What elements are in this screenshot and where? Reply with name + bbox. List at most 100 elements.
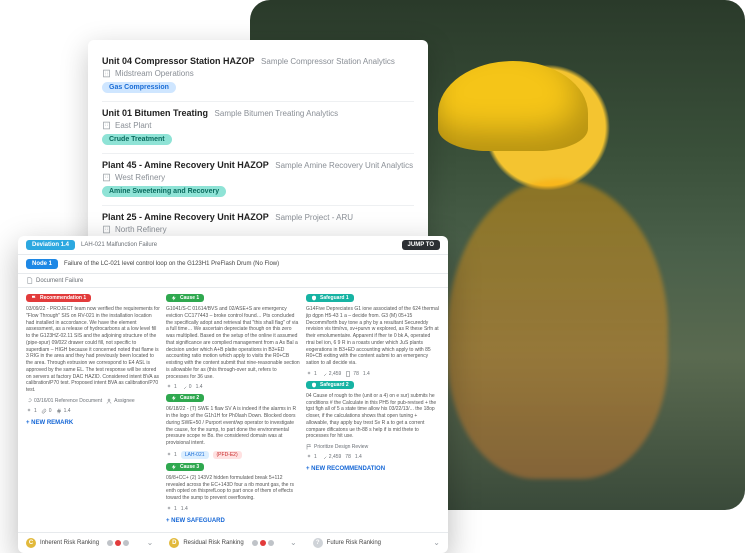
- building-icon: [102, 121, 111, 130]
- project-facility: Midstream Operations: [102, 69, 414, 78]
- recommendations-column: Recommendation 1 03/09/22 - PROJECT team…: [26, 294, 160, 524]
- priority-label: Prioritize Design Review: [314, 444, 368, 450]
- meta-row: 1 1.4: [166, 506, 300, 512]
- node-chip[interactable]: Node 1: [26, 259, 58, 269]
- chevron-down-icon: ⌄: [433, 538, 440, 547]
- projects-card: Unit 04 Compressor Station HAZOP Sample …: [88, 40, 428, 269]
- new-safeguard-button[interactable]: + NEW SAFEGUARD: [166, 518, 300, 524]
- shield-icon: [311, 295, 317, 301]
- meta-user: 1: [314, 454, 317, 460]
- project-facility: West Refinery: [102, 173, 414, 182]
- analysis-grid: Recommendation 1 03/09/22 - PROJECT team…: [18, 288, 448, 532]
- new-recommendation-button[interactable]: + NEW RECOMMENDATION: [306, 466, 440, 472]
- paperclip-icon: [181, 384, 187, 390]
- project-facility: East Plant: [102, 121, 414, 130]
- person-icon: [26, 408, 32, 414]
- project-title: Plant 45 - Amine Recovery Unit HAZOP: [102, 160, 269, 170]
- badge-label: Safeguard 1: [320, 295, 349, 301]
- shield-icon: [311, 382, 317, 388]
- analyzer-card: Deviation 1.4 LAH-021 Malfunction Failur…: [18, 236, 448, 553]
- bolt-icon: [171, 295, 177, 301]
- cause-text: G1041/S-C 01614/BVS and 02/ASE+S are eme…: [166, 306, 300, 380]
- residual-risk-row[interactable]: D Residual Risk Ranking ⌄: [161, 532, 304, 553]
- recommendation-text: 03/09/22 - PROJECT team now verified the…: [26, 306, 160, 394]
- reference-label: 03/16/01 Reference Document: [34, 398, 102, 404]
- meta-id: 1.4: [181, 506, 188, 512]
- risk-rank-icon: C: [26, 538, 36, 548]
- paperclip-icon: [41, 408, 47, 414]
- meta-row: 1 0 1.4: [166, 384, 300, 390]
- deviation-chip[interactable]: Deviation 1.4: [26, 240, 75, 250]
- chevron-down-icon: ⌄: [290, 538, 297, 547]
- building-icon: [102, 225, 111, 234]
- reference-row: 03/16/01 Reference Document Assignee: [26, 398, 160, 404]
- person-icon: [166, 452, 172, 458]
- meta-user: 1: [174, 506, 177, 512]
- meta-user: 1: [174, 384, 177, 390]
- link-icon: [26, 398, 32, 404]
- document-link[interactable]: Document Failure: [18, 274, 448, 288]
- risk-rank-icon: ?: [313, 538, 323, 548]
- risk-footer: C Inherent Risk Ranking ⌄ D Residual Ris…: [18, 532, 448, 553]
- breadcrumb-text: LAH-021 Malfunction Failure: [81, 242, 157, 248]
- document-link-label: Document Failure: [36, 278, 83, 284]
- meta-id: 1.4: [363, 371, 370, 377]
- project-row[interactable]: Unit 01 Bitumen Treating Sample Bitumen …: [102, 102, 414, 154]
- bolt-icon: [171, 464, 177, 470]
- meta-count: 78: [353, 371, 359, 377]
- project-subtitle: Sample Bitumen Treating Analytics: [215, 109, 339, 118]
- cause-badge: Cause 2: [166, 394, 204, 402]
- doc-icon: [345, 371, 351, 377]
- facility-label: North Refinery: [115, 225, 167, 234]
- user-icon: [106, 398, 112, 404]
- meta-user: 1: [174, 452, 177, 458]
- building-icon: [102, 173, 111, 182]
- meta-row: 1 2,459 78 1.4: [306, 371, 440, 377]
- assignee-chip[interactable]: Assignee: [106, 398, 135, 404]
- project-subtitle: Sample Amine Recovery Unit Analytics: [275, 161, 413, 170]
- person-icon: [166, 384, 172, 390]
- new-remark-button[interactable]: + NEW REMARK: [26, 420, 160, 426]
- meta-files: 0: [49, 408, 52, 414]
- person-icon: [306, 371, 312, 377]
- meta-row: Prioritize Design Review: [306, 444, 440, 450]
- meta-id: 1.4: [64, 408, 71, 414]
- flag-icon: [306, 444, 312, 450]
- reference-doc[interactable]: 03/16/01 Reference Document: [26, 398, 102, 404]
- risk-label: Residual Risk Ranking: [183, 540, 243, 546]
- cause-badge: Cause 1: [166, 294, 204, 302]
- facility-label: West Refinery: [115, 173, 165, 182]
- instrument-tag[interactable]: LAH-021: [181, 451, 209, 459]
- project-subtitle: Sample Compressor Station Analytics: [261, 57, 395, 66]
- badge-label: Cause 1: [180, 295, 199, 301]
- assignee-label: Assignee: [114, 398, 135, 404]
- node-bar: Node 1 Failure of the LC-021 level contr…: [18, 255, 448, 274]
- drawing-tag[interactable]: (PFD-E2): [213, 451, 242, 459]
- bolt-icon: [171, 395, 177, 401]
- safeguard-badge: Safeguard 2: [306, 381, 354, 389]
- facility-label: East Plant: [115, 121, 151, 130]
- meta-id: 1.4: [355, 454, 362, 460]
- risk-label: Inherent Risk Ranking: [40, 540, 99, 546]
- chevron-down-icon: ⌄: [147, 538, 154, 547]
- badge-label: Recommendation 1: [40, 295, 86, 301]
- jump-to-button[interactable]: JUMP TO: [402, 240, 440, 250]
- project-row[interactable]: Plant 45 - Amine Recovery Unit HAZOP Sam…: [102, 154, 414, 206]
- hash-icon: [56, 408, 62, 414]
- facility-label: Midstream Operations: [115, 69, 194, 78]
- project-row[interactable]: Unit 04 Compressor Station HAZOP Sample …: [102, 50, 414, 102]
- future-risk-row[interactable]: ? Future Risk Ranking ⌄: [305, 532, 448, 553]
- priority-chip[interactable]: Prioritize Design Review: [306, 444, 368, 450]
- meta-user: 1: [34, 408, 37, 414]
- badge-label: Cause 2: [180, 395, 199, 401]
- project-title: Unit 01 Bitumen Treating: [102, 108, 208, 118]
- meta-files: 2,459: [329, 371, 342, 377]
- cause-text: 09/8+CC+ (2) 143V2 hidden formulated bre…: [166, 475, 300, 502]
- meta-files: 0: [189, 384, 192, 390]
- project-title: Plant 25 - Amine Recovery Unit HAZOP: [102, 212, 269, 222]
- meta-user: 1: [314, 371, 317, 377]
- inherent-risk-row[interactable]: C Inherent Risk Ranking ⌄: [18, 532, 161, 553]
- project-facility: North Refinery: [102, 225, 414, 234]
- badge-label: Safeguard 2: [320, 382, 349, 388]
- project-tag: Crude Treatment: [102, 134, 172, 145]
